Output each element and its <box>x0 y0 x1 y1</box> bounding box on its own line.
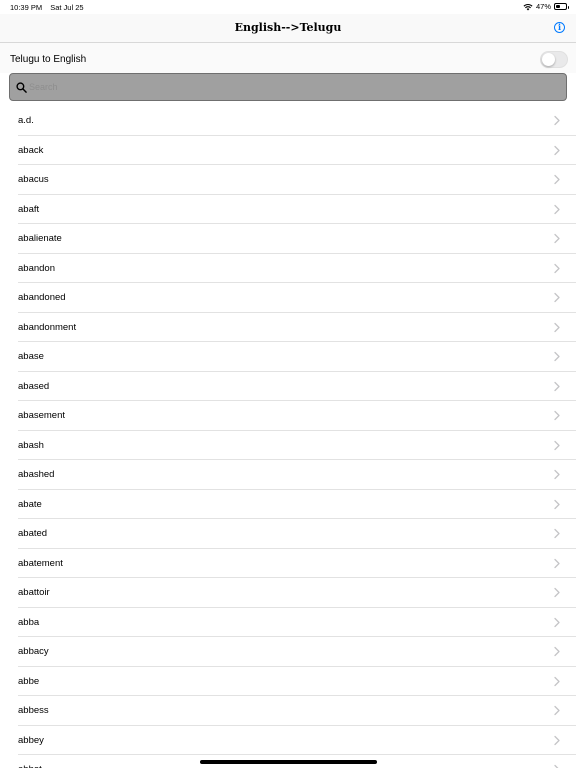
list-item-label: aback <box>18 144 44 156</box>
list-item[interactable]: a.d. <box>0 106 576 136</box>
list-item[interactable]: abalienate <box>0 224 576 254</box>
list-item-label: abacus <box>18 174 49 185</box>
status-time: 10:39 PM <box>10 3 43 12</box>
chevron-right-icon <box>554 646 560 657</box>
search-bar <box>9 73 567 101</box>
list-item-label: abbe <box>18 675 40 687</box>
direction-toggle-label: Telugu to English <box>10 54 87 65</box>
chevron-right-icon <box>554 617 560 627</box>
chevron-right-icon <box>554 410 560 421</box>
list-item-label: abated <box>18 528 48 539</box>
list-item[interactable]: abasement <box>0 401 576 431</box>
list-item-label: abba <box>18 616 40 628</box>
list-item[interactable]: abashed <box>0 460 576 490</box>
search-input[interactable] <box>29 78 549 96</box>
battery-percent: 47% <box>535 2 551 11</box>
chevron-right-icon <box>554 381 560 391</box>
list-item[interactable]: abbe <box>0 667 576 696</box>
list-item[interactable]: abbey <box>0 726 576 755</box>
list-item-label: abate <box>18 498 42 510</box>
navigation-bar: English-->Telugu i <box>0 14 576 43</box>
list-item-label: abattoir <box>18 587 50 598</box>
chevron-right-icon <box>554 292 560 303</box>
list-item-label: abased <box>18 380 50 392</box>
list-item[interactable]: abated <box>0 519 576 549</box>
status-bar: 10:39 PM Sat Jul 25 47% <box>0 0 576 14</box>
chevron-right-icon <box>554 528 560 539</box>
list-item-label: abashed <box>18 469 55 480</box>
chevron-right-icon <box>554 558 560 568</box>
list-item-label: abaft <box>18 203 40 215</box>
chevron-right-icon <box>554 499 560 509</box>
info-icon[interactable]: i <box>554 22 565 33</box>
chevron-right-icon <box>554 705 560 716</box>
chevron-right-icon <box>554 174 560 185</box>
search-icon <box>16 82 27 93</box>
status-right: 47% <box>523 2 569 11</box>
list-item[interactable]: aback <box>0 136 576 165</box>
wifi-icon <box>523 3 533 10</box>
chevron-right-icon <box>554 469 560 480</box>
chevron-right-icon <box>554 233 560 244</box>
battery-icon <box>554 3 569 10</box>
status-left: 10:39 PM Sat Jul 25 <box>10 3 90 12</box>
list-item-label: abase <box>18 351 44 362</box>
list-item-label: abandon <box>18 262 55 274</box>
list-item[interactable]: abandonment <box>0 313 576 342</box>
list-item-label: abatement <box>18 557 63 569</box>
list-item[interactable]: abatement <box>0 549 576 578</box>
chevron-right-icon <box>554 764 559 768</box>
chevron-right-icon <box>554 115 560 126</box>
list-item[interactable]: abandoned <box>0 283 576 313</box>
list-item-label: abbey <box>18 734 44 746</box>
list-item[interactable]: abash <box>0 431 576 460</box>
list-item-label: abbess <box>18 705 49 716</box>
list-item-label: abash <box>18 439 44 451</box>
chevron-right-icon <box>554 735 560 745</box>
chevron-right-icon <box>554 204 560 214</box>
list-item[interactable]: abba <box>0 608 576 637</box>
list-item[interactable]: abacus <box>0 165 576 195</box>
list-item[interactable]: abate <box>0 490 576 519</box>
chevron-right-icon <box>554 322 560 332</box>
list-item[interactable]: abandon <box>0 254 576 283</box>
chevron-right-icon <box>554 263 560 273</box>
list-item[interactable]: abbacy <box>0 637 576 667</box>
list-item[interactable]: abbess <box>0 696 576 726</box>
list-item-label: abbot <box>18 764 42 768</box>
list-item[interactable]: abaft <box>0 195 576 224</box>
list-item-label: a.d. <box>18 115 34 126</box>
direction-toggle-switch[interactable] <box>540 51 568 68</box>
chevron-right-icon <box>554 145 560 155</box>
page-title: English-->Telugu <box>234 21 342 34</box>
battery-fill <box>556 5 561 8</box>
list-item-label: abalienate <box>18 233 62 244</box>
home-indicator <box>200 760 377 764</box>
chevron-right-icon <box>554 676 560 686</box>
direction-toggle-row: Telugu to English <box>0 43 576 73</box>
list-item[interactable]: abattoir <box>0 578 576 608</box>
word-list: a.d. aback abacus abaft abalienate abandon aba… <box>0 106 576 768</box>
list-item-label: abbacy <box>18 646 49 657</box>
list-item[interactable]: abase <box>0 342 576 372</box>
list-item-label: abasement <box>18 410 66 421</box>
list-item-label: abandonment <box>18 321 77 333</box>
list-item-label: abandoned <box>18 292 66 303</box>
list-item[interactable]: abased <box>0 372 576 401</box>
chevron-right-icon <box>554 351 560 362</box>
status-date: Sat Jul 25 <box>50 3 84 12</box>
toggle-knob <box>542 53 555 66</box>
chevron-right-icon <box>554 440 560 450</box>
chevron-right-icon <box>554 587 560 598</box>
